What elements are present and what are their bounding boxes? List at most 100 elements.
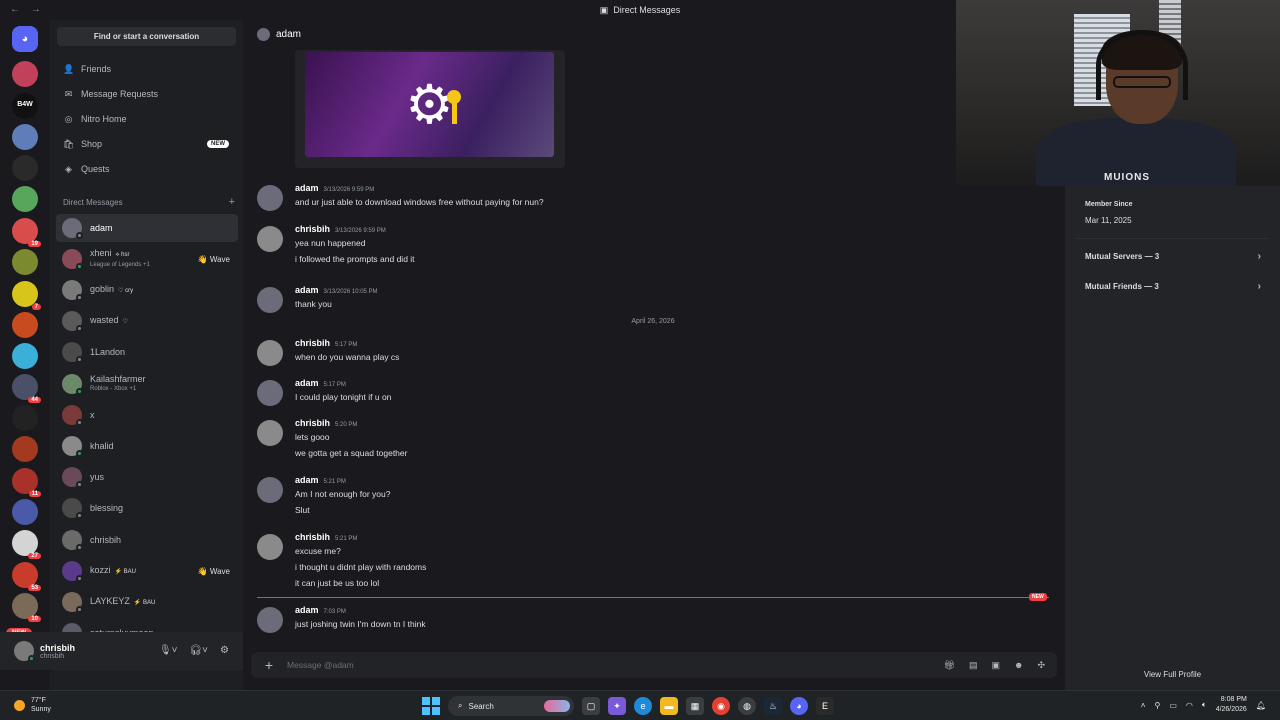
steam-icon[interactable]: ♨ bbox=[764, 697, 782, 715]
gift-icon[interactable]: 🎁︎ bbox=[944, 660, 955, 671]
server-icon[interactable]: 7 bbox=[12, 281, 41, 310]
message-avatar[interactable] bbox=[257, 534, 283, 560]
server-icon[interactable] bbox=[12, 186, 38, 212]
message-input[interactable] bbox=[287, 660, 944, 670]
discord-home-icon[interactable]: ◕ bbox=[12, 26, 38, 52]
message-avatar[interactable] bbox=[257, 287, 283, 313]
server-icon[interactable]: 27 bbox=[12, 530, 41, 559]
message-author[interactable]: chrisbih bbox=[295, 418, 330, 428]
dm-item-1landon[interactable]: 1Landon bbox=[56, 338, 238, 366]
wifi-icon[interactable]: ◠ bbox=[1186, 701, 1193, 710]
recipient-name[interactable]: adam bbox=[276, 29, 301, 40]
embed-image[interactable]: ⚙ bbox=[305, 52, 554, 157]
server-icon[interactable]: 10 bbox=[12, 593, 41, 622]
message[interactable]: chrisbih 5:17 PM when do you wanna play cs bbox=[257, 338, 1037, 370]
dm-item-kailashfarmer[interactable]: Kailashfarmer Roblox - Xbox +1 bbox=[56, 370, 238, 398]
message-author[interactable]: chrisbih bbox=[295, 532, 330, 542]
dm-item-laykeyz[interactable]: LAYKEYZ ⚡ BAU bbox=[56, 588, 238, 616]
weather-widget[interactable]: 77°F Sunny bbox=[14, 696, 51, 714]
message-avatar[interactable] bbox=[257, 420, 283, 446]
server-icon[interactable] bbox=[12, 249, 38, 275]
message[interactable]: chrisbih 5:21 PM excuse me? i thought u did… bbox=[257, 532, 1037, 596]
notification-bell-icon[interactable]: 🔔︎ bbox=[1256, 701, 1266, 710]
nav-item-nitro-home[interactable]: ◎ Nitro Home bbox=[56, 108, 237, 130]
message-avatar[interactable] bbox=[257, 607, 283, 633]
settings-gear-icon[interactable]: ⚙ bbox=[220, 645, 229, 656]
dm-item-kozzi[interactable]: kozzi ⚡ BAU 👋 Wave bbox=[56, 557, 238, 585]
message[interactable]: adam 7:03 PM just joshing twin I'm down tn… bbox=[257, 605, 1037, 637]
message-author[interactable]: adam bbox=[295, 475, 319, 485]
discord-taskbar-icon[interactable]: ◕ bbox=[790, 697, 808, 715]
obs-icon[interactable]: ◍ bbox=[738, 697, 756, 715]
find-conversation-button[interactable]: Find or start a conversation bbox=[57, 27, 236, 46]
dm-item-blessing[interactable]: blessing bbox=[56, 494, 238, 522]
dm-item-wasted[interactable]: wasted ♡ bbox=[56, 307, 238, 335]
message-author[interactable]: adam bbox=[295, 183, 319, 193]
network-icon[interactable]: ▭ bbox=[1169, 701, 1177, 710]
user-name[interactable]: chrisbih bbox=[40, 643, 75, 653]
headphones-icon[interactable]: 🎧︎˅ bbox=[189, 645, 208, 656]
gif-icon[interactable]: ▤ bbox=[969, 660, 978, 671]
message-avatar[interactable] bbox=[257, 380, 283, 406]
nav-item-shop[interactable]: 🛍 Shop NEW bbox=[56, 133, 237, 155]
back-forward-nav[interactable]: ← → bbox=[10, 4, 45, 15]
user-avatar[interactable] bbox=[14, 641, 35, 662]
server-icon[interactable] bbox=[12, 499, 38, 525]
task-view-icon[interactable]: ▢ bbox=[582, 697, 600, 715]
image-embed[interactable]: ⚙ bbox=[295, 50, 565, 168]
create-dm-button[interactable]: + bbox=[229, 197, 235, 208]
edge-browser-icon[interactable]: e bbox=[634, 697, 652, 715]
file-explorer-icon[interactable]: ▬ bbox=[660, 697, 678, 715]
copilot-icon[interactable]: ✦ bbox=[608, 697, 626, 715]
server-icon[interactable]: B4W bbox=[12, 93, 38, 119]
message-author[interactable]: chrisbih bbox=[295, 338, 330, 348]
server-icon[interactable] bbox=[12, 436, 38, 462]
dm-item-goblin[interactable]: goblin ♡ cry bbox=[56, 276, 238, 304]
server-icon[interactable]: 53 bbox=[12, 562, 41, 591]
message[interactable]: adam 5:21 PM Am I not enough for you? Slut bbox=[257, 475, 1037, 523]
volume-icon[interactable]: 🔈︎ bbox=[1202, 700, 1207, 710]
message-avatar[interactable] bbox=[257, 226, 283, 252]
mutual-servers-row[interactable]: Mutual Servers — 3 › bbox=[1077, 245, 1269, 267]
epic-games-icon[interactable]: E bbox=[816, 697, 834, 715]
dm-item-yus[interactable]: yus bbox=[56, 463, 238, 491]
message-author[interactable]: adam bbox=[295, 378, 319, 388]
server-icon[interactable]: 44 bbox=[12, 374, 41, 403]
message-author[interactable]: adam bbox=[295, 285, 319, 295]
nav-item-friends[interactable]: 👤 Friends bbox=[56, 58, 237, 80]
taskbar-search[interactable]: ⌕ Search bbox=[448, 696, 574, 716]
message-author[interactable]: chrisbih bbox=[295, 224, 330, 234]
message[interactable]: chrisbih 5:20 PM lets gooo we gotta get a s… bbox=[257, 418, 1037, 466]
message-avatar[interactable] bbox=[257, 340, 283, 366]
taskbar-clock[interactable]: 8:08 PM 4/26/2026 bbox=[1216, 695, 1247, 715]
windows-start-icon[interactable] bbox=[422, 697, 440, 715]
message-author[interactable]: adam bbox=[295, 605, 319, 615]
microphone-icon[interactable]: 🎙︎˅ bbox=[159, 645, 178, 656]
chrome-icon[interactable]: ◉ bbox=[712, 697, 730, 715]
dm-item-xheni[interactable]: xheni ⟡ hsr League of Legends +1 👋 Wave bbox=[56, 245, 238, 273]
dm-item-khalid[interactable]: khalid bbox=[56, 432, 238, 460]
server-icon[interactable] bbox=[12, 343, 38, 369]
server-icon[interactable]: 19 bbox=[12, 218, 41, 247]
chevron-up-icon[interactable]: ˄ bbox=[1141, 701, 1146, 710]
server-icon[interactable] bbox=[12, 312, 38, 338]
message[interactable]: adam 3/13/2026 9:59 PM and ur just able to… bbox=[257, 183, 1037, 215]
server-icon[interactable] bbox=[12, 405, 38, 431]
message[interactable]: adam 5:17 PM I could play tonight if u on bbox=[257, 378, 1037, 410]
store-icon[interactable]: ▦ bbox=[686, 697, 704, 715]
sticker-icon[interactable]: ▣ bbox=[991, 660, 1000, 671]
nav-item-message-requests[interactable]: ✉ Message Requests bbox=[56, 83, 237, 105]
server-icon[interactable]: 11 bbox=[12, 468, 41, 497]
wave-button[interactable]: 👋 Wave bbox=[198, 567, 230, 576]
location-pin-icon[interactable]: ⚲ bbox=[1154, 701, 1160, 710]
server-icon[interactable] bbox=[12, 124, 38, 150]
message[interactable]: chrisbih 3/13/2026 9:59 PM yea nun happene… bbox=[257, 224, 1037, 272]
view-full-profile-link[interactable]: View Full Profile bbox=[1065, 670, 1280, 679]
attach-plus-icon[interactable]: + bbox=[251, 657, 287, 673]
message-avatar[interactable] bbox=[257, 185, 283, 211]
emoji-icon[interactable]: ☻ bbox=[1014, 660, 1023, 671]
dm-item-adam[interactable]: adam bbox=[56, 214, 238, 242]
nav-item-quests[interactable]: ◈ Quests bbox=[56, 158, 237, 180]
dm-item-chrisbih[interactable]: chrisbih bbox=[56, 526, 238, 554]
server-icon[interactable] bbox=[12, 155, 38, 181]
